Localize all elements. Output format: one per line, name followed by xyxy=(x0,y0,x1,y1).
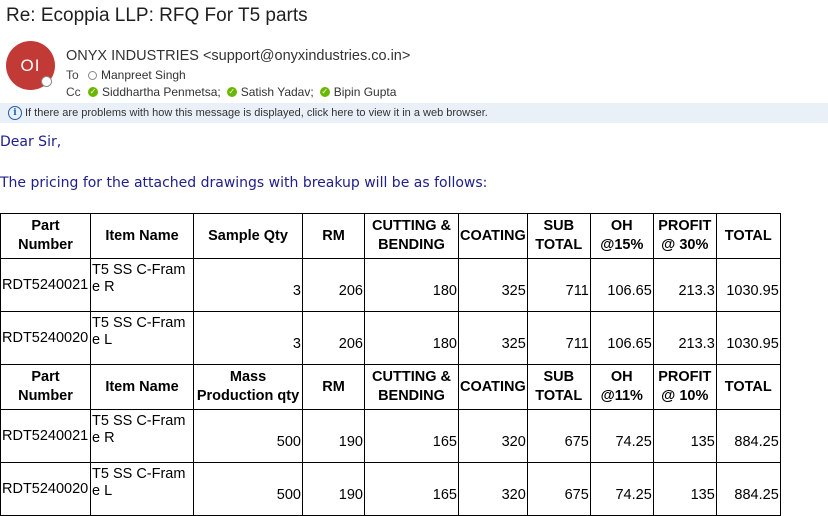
column-header: PROFIT @ 10% xyxy=(652,364,717,410)
table-header-row: Part Number Item Name Mass Production qty R… xyxy=(0,364,781,410)
available-status-icon: ✓ xyxy=(88,87,98,97)
column-header: OH @11% xyxy=(589,364,654,410)
part-number-cell: RDT5240020 xyxy=(0,462,91,516)
avatar-initials: OI xyxy=(20,55,41,75)
column-header: Item Name xyxy=(90,364,194,410)
value-cell: 106.65 xyxy=(589,311,654,365)
email-subject: Re: Ecoppia LLP: RFQ For T5 parts xyxy=(6,5,308,26)
part-number-cell: RDT5240021 xyxy=(0,409,91,463)
value-cell: 711 xyxy=(526,311,591,365)
presence-status-icon xyxy=(41,76,52,87)
table-header-row: Part Number Item Name Sample Qty RM CUTTING … xyxy=(0,213,781,259)
value-cell: 106.65 xyxy=(589,258,654,312)
cc-label: Cc xyxy=(66,85,81,99)
table-row: RDT5240020 T5 SS C-Frame L 3 206 180 325 711 10… xyxy=(0,311,781,365)
cc-row: Cc ✓ Siddhartha Penmetsa; ✓ Satish Yadav… xyxy=(66,85,402,99)
value-cell: 884.25 xyxy=(715,409,781,463)
column-header: Part Number xyxy=(0,213,91,259)
table-row: RDT5240020 T5 SS C-Frame L 500 190 165 320 675… xyxy=(0,462,781,516)
value-cell: 1030.95 xyxy=(715,311,781,365)
to-label: To xyxy=(66,68,79,82)
column-header: Sample Qty xyxy=(193,213,303,259)
column-header: SUB TOTAL xyxy=(526,364,591,410)
value-cell: 500 xyxy=(193,462,303,516)
column-header: TOTAL xyxy=(715,364,781,410)
value-cell: 500 xyxy=(193,409,303,463)
value-cell: 213.3 xyxy=(652,311,717,365)
value-cell: 180 xyxy=(364,311,459,365)
column-header: OH @15% xyxy=(589,213,654,259)
value-cell: 675 xyxy=(526,409,591,463)
column-header: SUB TOTAL xyxy=(526,213,591,259)
column-header: CUTTING & BENDING xyxy=(364,364,459,410)
value-cell: 206 xyxy=(302,311,365,365)
email-intro-text: The pricing for the attached drawings wi… xyxy=(0,175,488,191)
value-cell: 206 xyxy=(302,258,365,312)
value-cell: 190 xyxy=(302,462,365,516)
value-cell: 135 xyxy=(652,409,717,463)
item-name-cell: T5 SS C-Frame R xyxy=(90,409,194,463)
recipient-name: Bipin Gupta xyxy=(333,85,397,99)
pricing-table: Part Number Item Name Sample Qty RM CUTTING … xyxy=(0,213,781,516)
column-header: CUTTING & BENDING xyxy=(364,213,459,259)
column-header: COATING xyxy=(458,364,528,410)
part-number-cell: RDT5240020 xyxy=(0,311,91,365)
column-header: TOTAL xyxy=(715,213,781,259)
info-icon: i xyxy=(8,106,22,120)
to-recipient[interactable]: Manpreet Singh xyxy=(88,68,186,82)
value-cell: 320 xyxy=(458,462,528,516)
cc-recipient[interactable]: ✓ Satish Yadav; xyxy=(226,85,314,99)
value-cell: 74.25 xyxy=(589,462,654,516)
value-cell: 74.25 xyxy=(589,409,654,463)
column-header: Item Name xyxy=(90,213,194,259)
info-bar-text: If there are problems with how this mess… xyxy=(25,107,488,119)
value-cell: 320 xyxy=(458,409,528,463)
recipient-name: Siddhartha Penmetsa; xyxy=(102,85,221,99)
to-row: To Manpreet Singh xyxy=(66,68,192,82)
table-row: RDT5240021 T5 SS C-Frame R 500 190 165 320 675… xyxy=(0,409,781,463)
value-cell: 135 xyxy=(652,462,717,516)
value-cell: 325 xyxy=(458,311,528,365)
item-name-cell: T5 SS C-Frame L xyxy=(90,311,194,365)
column-header: RM xyxy=(302,364,365,410)
value-cell: 3 xyxy=(193,258,303,312)
value-cell: 213.3 xyxy=(652,258,717,312)
sender-name[interactable]: ONYX INDUSTRIES <support@onyxindustries.… xyxy=(66,48,410,64)
item-name-cell: T5 SS C-Frame R xyxy=(90,258,194,312)
available-status-icon: ✓ xyxy=(319,87,330,97)
available-status-icon: ✓ xyxy=(226,87,237,97)
recipient-name: Manpreet Singh xyxy=(101,68,186,82)
value-cell: 165 xyxy=(364,409,459,463)
recipient-name: Satish Yadav; xyxy=(240,85,314,99)
column-header: RM xyxy=(302,213,365,259)
column-header: Part Number xyxy=(0,364,91,410)
value-cell: 711 xyxy=(526,258,591,312)
value-cell: 3 xyxy=(193,311,303,365)
item-name-cell: T5 SS C-Frame L xyxy=(90,462,194,516)
part-number-cell: RDT5240021 xyxy=(0,258,91,312)
cc-recipient[interactable]: ✓ Bipin Gupta xyxy=(319,85,397,99)
column-header: COATING xyxy=(458,213,528,259)
email-greeting: Dear Sir, xyxy=(0,134,62,150)
value-cell: 675 xyxy=(526,462,591,516)
display-problem-info-bar[interactable]: i If there are problems with how this me… xyxy=(0,103,828,123)
value-cell: 180 xyxy=(364,258,459,312)
value-cell: 884.25 xyxy=(715,462,781,516)
value-cell: 1030.95 xyxy=(715,258,781,312)
value-cell: 325 xyxy=(458,258,528,312)
value-cell: 190 xyxy=(302,409,365,463)
cc-recipient[interactable]: ✓ Siddhartha Penmetsa; xyxy=(88,85,221,99)
value-cell: 165 xyxy=(364,462,459,516)
column-header: Mass Production qty xyxy=(193,364,303,410)
column-header: PROFIT @ 30% xyxy=(652,213,717,259)
table-row: RDT5240021 T5 SS C-Frame R 3 206 180 325 711 10… xyxy=(0,258,781,312)
offline-status-icon xyxy=(88,70,97,80)
